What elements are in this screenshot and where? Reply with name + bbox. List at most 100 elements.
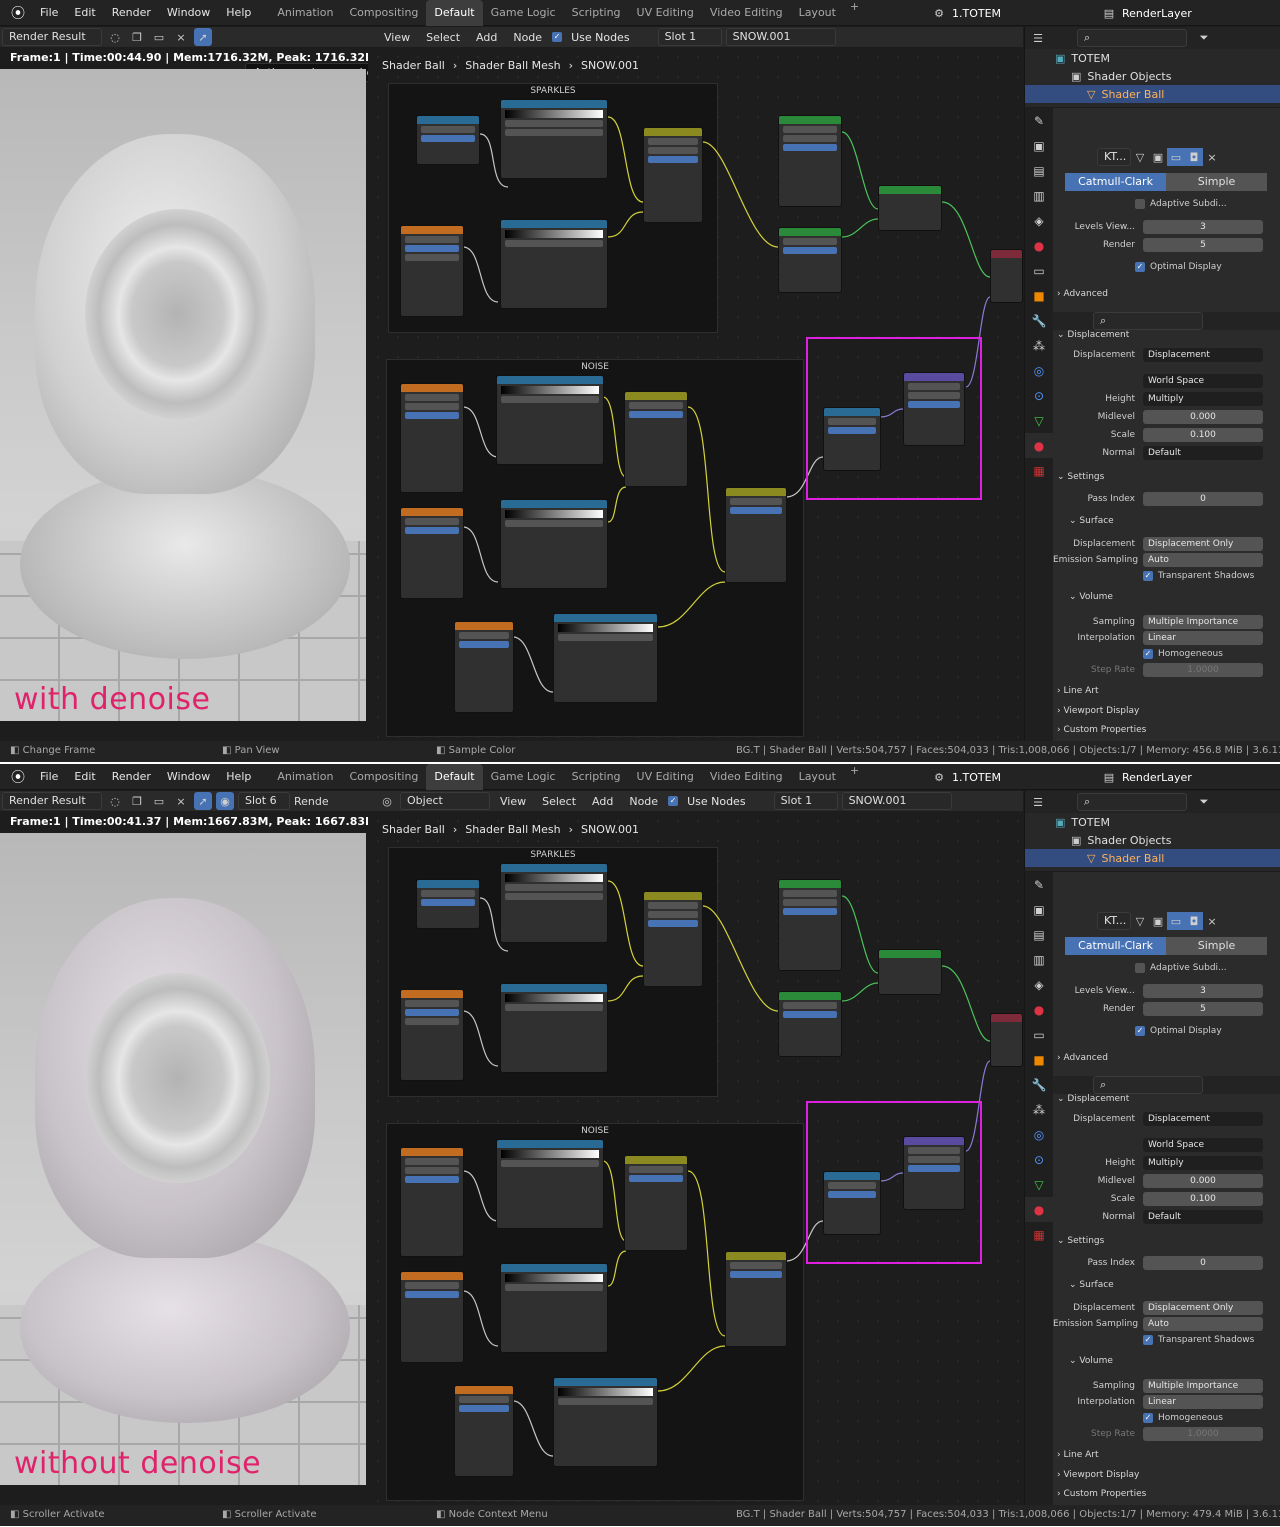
displacement-field[interactable]: Displacement	[1143, 348, 1263, 362]
camera-icon[interactable]: ◘	[1185, 912, 1203, 930]
scene-selector[interactable]: ⚙ 1.TOTEM	[930, 3, 1060, 23]
filter-icon[interactable]: ⏷	[1195, 29, 1213, 47]
menu-render[interactable]: Render	[104, 764, 159, 790]
folder-icon[interactable]: ▭	[150, 28, 168, 46]
node-color-ramp-3[interactable]	[496, 1139, 604, 1229]
node-voronoi-texture[interactable]	[400, 383, 464, 493]
material-tab-icon[interactable]: ●	[1025, 433, 1053, 458]
node-noise-texture-1[interactable]	[400, 989, 464, 1081]
simple-button[interactable]: Simple	[1166, 173, 1267, 191]
render-tab-icon[interactable]: ▣	[1025, 133, 1053, 158]
cursor-icon[interactable]: ➚	[194, 28, 212, 46]
settings-section[interactable]: ⌄ Settings	[1057, 472, 1104, 482]
node-color-ramp-1[interactable]	[500, 863, 608, 943]
displacement-section[interactable]: ⌄ Displacement	[1057, 330, 1129, 340]
node-color-ramp-2[interactable]	[500, 983, 608, 1073]
emission-dropdown[interactable]: Auto	[1143, 553, 1263, 567]
tab-default[interactable]: Default	[426, 764, 483, 790]
node-color-ramp-5[interactable]	[553, 1377, 658, 1467]
custom-props-section[interactable]: › Custom Properties	[1057, 725, 1146, 735]
tab-video-editing[interactable]: Video Editing	[702, 0, 791, 26]
object-tab-icon[interactable]: ■	[1025, 1047, 1053, 1072]
homogeneous-checkbox[interactable]: ✓	[1143, 649, 1153, 659]
node-color-ramp-3[interactable]	[496, 375, 604, 465]
step-rate-field[interactable]: 1.0000	[1143, 663, 1263, 677]
tab-default[interactable]: Default	[426, 0, 483, 26]
shield-icon[interactable]: ◌	[106, 792, 124, 810]
render-levels-field[interactable]: 5	[1143, 238, 1263, 252]
world-tab-icon[interactable]: ●	[1025, 233, 1053, 258]
modifier-tab-icon[interactable]: 🔧	[1025, 308, 1053, 333]
close-icon[interactable]: ×	[172, 28, 190, 46]
node-noise-texture-3[interactable]	[454, 621, 514, 713]
tab-layout[interactable]: Layout	[791, 764, 844, 790]
render-levels-field[interactable]: 5	[1143, 1002, 1263, 1016]
tab-game-logic[interactable]: Game Logic	[483, 0, 564, 26]
node-noise-mix[interactable]	[725, 1251, 787, 1347]
advanced-section[interactable]: › Advanced	[1057, 289, 1108, 299]
view-layer-selector[interactable]: ▤ RenderLayer	[1100, 3, 1278, 23]
node-color-ramp-5[interactable]	[553, 613, 658, 703]
cage-icon[interactable]: ▣	[1149, 912, 1167, 930]
homogeneous-checkbox[interactable]: ✓	[1143, 1413, 1153, 1423]
settings-section[interactable]: ⌄ Settings	[1057, 1236, 1104, 1246]
sampling-dropdown[interactable]: Multiple Importance	[1143, 1379, 1263, 1393]
modifier-name[interactable]: KT...	[1097, 148, 1131, 166]
line-art-section[interactable]: › Line Art	[1057, 1450, 1098, 1460]
node-glossy-bsdf[interactable]	[778, 991, 842, 1057]
viewport-icon[interactable]: ▭	[1167, 148, 1185, 166]
physics-tab-icon[interactable]: ◎	[1025, 1122, 1053, 1147]
scale-field[interactable]: 0.100	[1143, 428, 1263, 442]
view-layer-tab-icon[interactable]: ▥	[1025, 947, 1053, 972]
step-rate-field[interactable]: 1.0000	[1143, 1427, 1263, 1441]
remove-modifier-icon[interactable]: ×	[1203, 148, 1221, 166]
view-layer-name[interactable]: RenderLayer	[1122, 7, 1192, 20]
catmull-clark-button[interactable]: Catmull-Clark	[1065, 173, 1166, 191]
particles-tab-icon[interactable]: ⁂	[1025, 1097, 1053, 1122]
menu-window[interactable]: Window	[159, 764, 218, 790]
transparent-shadows-checkbox[interactable]: ✓	[1143, 571, 1153, 581]
viewport-display-section[interactable]: › Viewport Display	[1057, 706, 1139, 716]
tab-scripting[interactable]: Scripting	[564, 0, 629, 26]
node-noise-texture-3[interactable]	[454, 1385, 514, 1477]
node-layer-weight[interactable]	[416, 115, 480, 165]
tab-compositing[interactable]: Compositing	[341, 0, 426, 26]
levels-viewport-field[interactable]: 3	[1143, 984, 1263, 998]
advanced-section[interactable]: › Advanced	[1057, 1053, 1108, 1063]
blender-logo-icon[interactable]: ⦿	[8, 3, 28, 23]
optimal-display-checkbox[interactable]: ✓	[1135, 262, 1145, 272]
render-tab-icon[interactable]: ▣	[1025, 897, 1053, 922]
node-noise-texture-2[interactable]	[400, 507, 464, 599]
volume-section[interactable]: ⌄ Volume	[1069, 592, 1113, 602]
surf-disp-dropdown[interactable]: Displacement Only	[1143, 537, 1263, 551]
node-material-output[interactable]	[990, 1013, 1023, 1067]
folder-icon[interactable]: ▭	[150, 792, 168, 810]
adaptive-checkbox[interactable]	[1135, 199, 1145, 209]
close-icon[interactable]: ×	[172, 792, 190, 810]
menu-file[interactable]: File	[32, 764, 66, 790]
particles-tab-icon[interactable]: ⁂	[1025, 333, 1053, 358]
viewport-display-section[interactable]: › Viewport Display	[1057, 1470, 1139, 1480]
node-noise-texture-2[interactable]	[400, 1271, 464, 1363]
normal-field[interactable]: Default	[1143, 446, 1263, 460]
menu-help[interactable]: Help	[218, 0, 259, 26]
tab-compositing[interactable]: Compositing	[341, 764, 426, 790]
outliner-item-totem[interactable]: ▣ TOTEM	[1025, 813, 1280, 831]
surface-section[interactable]: ⌄ Surface	[1069, 1280, 1114, 1290]
space-dropdown[interactable]: World Space	[1143, 1138, 1263, 1152]
menu-edit[interactable]: Edit	[66, 764, 103, 790]
scene-name[interactable]: 1.TOTEM	[952, 771, 1001, 784]
levels-viewport-field[interactable]: 3	[1143, 220, 1263, 234]
props-search[interactable]: ⌕	[1093, 1076, 1203, 1094]
line-art-section[interactable]: › Line Art	[1057, 686, 1098, 696]
slot-field[interactable]: Slot 6	[238, 792, 290, 810]
view-layer-selector[interactable]: ▤ RenderLayer	[1100, 767, 1278, 787]
tab-uv-editing[interactable]: UV Editing	[629, 764, 702, 790]
menu-help[interactable]: Help	[218, 764, 259, 790]
render-layer-short[interactable]: Rende	[294, 795, 329, 808]
view-layer-tab-icon[interactable]: ▥	[1025, 183, 1053, 208]
emission-dropdown[interactable]: Auto	[1143, 1317, 1263, 1331]
blender-logo-icon[interactable]: ⦿	[8, 767, 28, 787]
node-color-ramp-4[interactable]	[500, 1263, 608, 1353]
props-search[interactable]: ⌕	[1093, 312, 1203, 330]
